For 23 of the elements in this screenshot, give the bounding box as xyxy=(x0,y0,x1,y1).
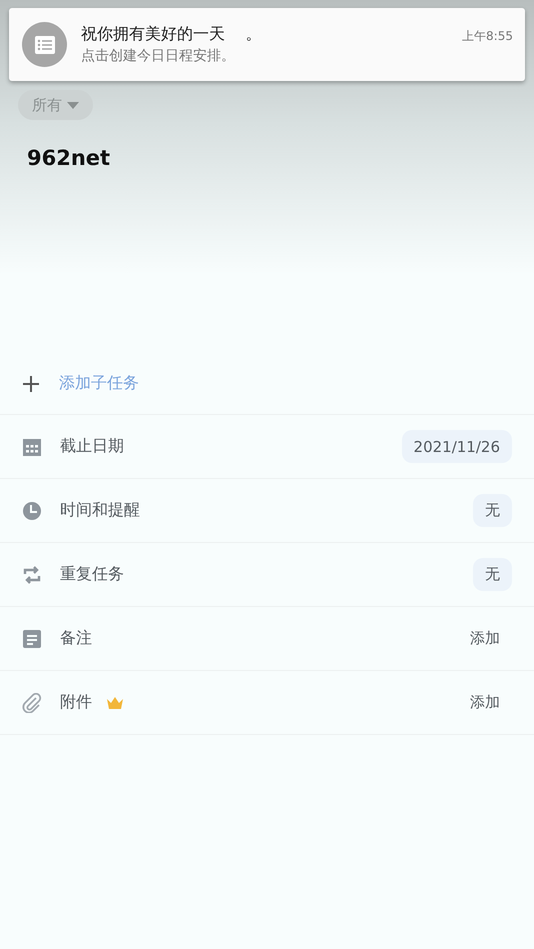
row-label: 备注 xyxy=(60,628,92,649)
note-icon xyxy=(22,628,42,648)
value-chip[interactable]: 2021/11/26 xyxy=(402,430,512,463)
plus-icon xyxy=(23,376,39,392)
caret-icon xyxy=(67,102,79,108)
repeat-icon xyxy=(22,564,42,584)
row-label: 附件 xyxy=(60,692,92,713)
row-label: 重复任务 xyxy=(60,564,124,585)
list-icon xyxy=(22,22,67,67)
task-title: 962net xyxy=(27,146,112,170)
value-chip[interactable]: 无 xyxy=(473,494,512,527)
row-label: 截止日期 xyxy=(60,436,124,457)
value-chip[interactable]: 无 xyxy=(473,558,512,591)
notification-card[interactable]: 祝你拥有美好的一天 。 点击创建今日日程安排。 上午8:55 xyxy=(9,8,525,81)
calendar-icon xyxy=(22,436,42,456)
clock-icon xyxy=(22,500,42,520)
add-link[interactable]: 添加 xyxy=(458,629,512,648)
notification-message: 点击创建今日日程安排。 xyxy=(81,47,236,65)
notification-time: 上午8:55 xyxy=(462,28,513,45)
row-label: 时间和提醒 xyxy=(60,500,140,521)
paperclip-icon xyxy=(22,692,42,712)
add-link[interactable]: 添加 xyxy=(458,693,512,712)
notification-title: 祝你拥有美好的一天 。 xyxy=(81,24,262,45)
